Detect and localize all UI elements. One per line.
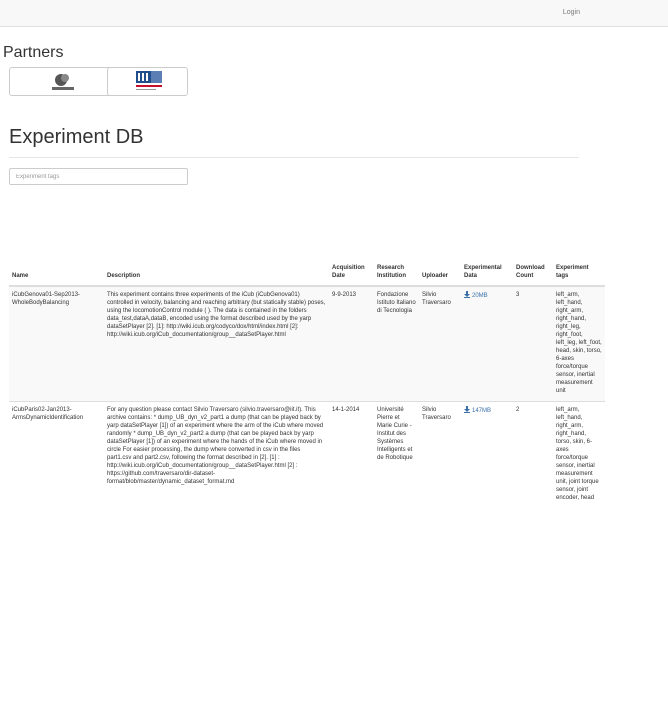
col-header-research-institution: Research Institution (374, 264, 419, 287)
cell-research-institution: Université Pierre et Marie Curie - Insti… (374, 401, 419, 508)
download-icon (464, 291, 470, 298)
iit-logo (136, 71, 162, 90)
table-header-row: Name Description Acquisition Date Resear… (9, 264, 605, 287)
cell-uploader: Silvio Traversaro (419, 285, 461, 402)
partner-logo-iit[interactable] (107, 67, 188, 96)
cell-acquisition-date: 9-9-2013 (329, 285, 374, 402)
title-divider (9, 157, 579, 158)
cell-download-count: 3 (513, 285, 553, 402)
col-header-uploader: Uploader (419, 264, 461, 287)
login-link[interactable]: Login (563, 9, 580, 16)
page-title: Experiment DB (9, 126, 144, 148)
top-navbar: Login (0, 0, 668, 27)
download-data-link[interactable]: 147MB (464, 406, 492, 414)
col-header-acquisition-date: Acquisition Date (329, 264, 374, 287)
col-header-download-count: Download Count (513, 264, 553, 287)
experiments-table: Name Description Acquisition Date Resear… (9, 264, 605, 508)
download-data-link[interactable]: 20MB (464, 291, 488, 299)
cell-research-institution: Fondazione Istituto Italiano di Tecnolog… (374, 285, 419, 402)
cell-description: This experiment contains three experimen… (104, 285, 329, 402)
experiment-tags-input[interactable] (9, 168, 188, 185)
cell-experimental-data: 20MB (461, 285, 513, 402)
table-row: iCubParis02-Jan2013-ArmsDynamicIdentific… (9, 401, 605, 508)
cell-experiment-tags: left_arm, left_hand, right_arm, right_ha… (553, 285, 605, 402)
cell-name: iCubGenova01-Sep2013-WholeBodyBalancing (9, 285, 104, 402)
cell-acquisition-date: 14-1-2014 (329, 401, 374, 508)
cell-name: iCubParis02-Jan2013-ArmsDynamicIdentific… (9, 401, 104, 508)
col-header-experiment-tags: Experiment tags (553, 264, 605, 287)
data-size: 20MB (472, 293, 488, 299)
col-header-experimental-data: Experimental Data (461, 264, 513, 287)
download-icon (464, 406, 470, 413)
partner-logo-ceerob[interactable] (9, 67, 118, 96)
cell-experiment-tags: left_arm, left_hand, right_arm, right_ha… (553, 401, 605, 508)
cell-description: For any question please contact Silvio T… (104, 401, 329, 508)
cell-uploader: Silvio Traversaro (419, 401, 461, 508)
data-size: 147MB (472, 408, 492, 414)
cell-experimental-data: 147MB (461, 401, 513, 508)
partners-heading: Partners (3, 44, 64, 61)
table-row: iCubGenova01-Sep2013-WholeBodyBalancing … (9, 285, 605, 402)
cell-download-count: 2 (513, 401, 553, 508)
col-header-description: Description (104, 264, 329, 287)
ceerob-logo (52, 74, 74, 90)
col-header-name: Name (9, 264, 104, 287)
